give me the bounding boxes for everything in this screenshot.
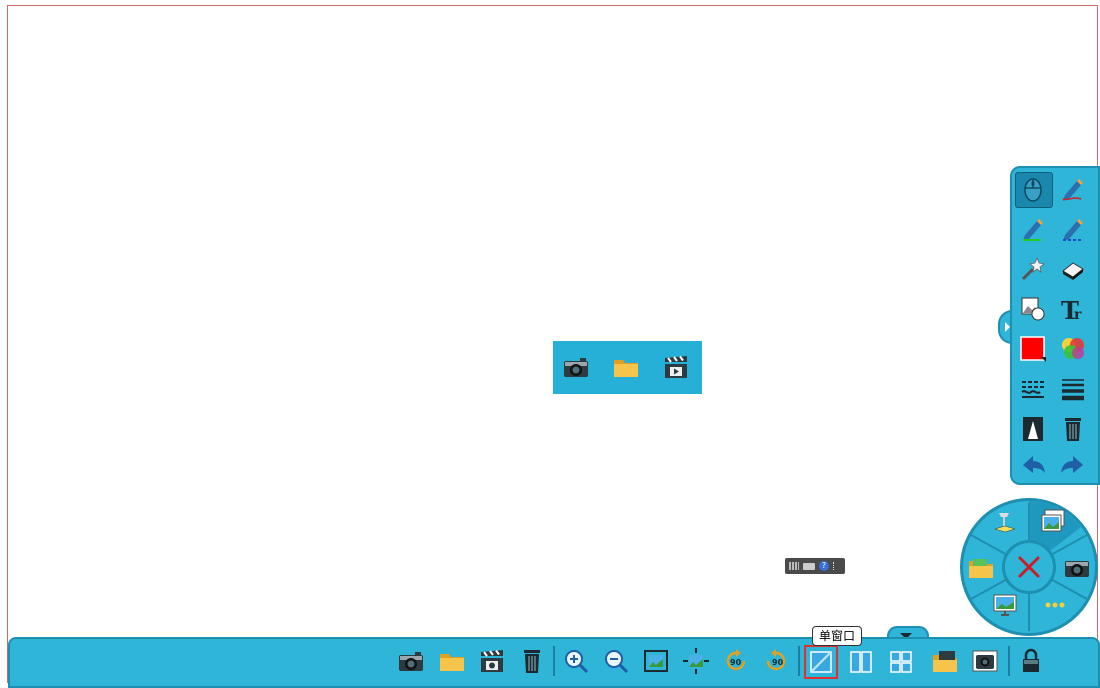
dual-window-icon[interactable]	[846, 647, 876, 677]
rotate-right-icon[interactable]: 90	[761, 646, 791, 676]
svg-text:90: 90	[772, 658, 784, 667]
help-icon[interactable]: ?	[819, 561, 829, 571]
undo-icon[interactable]	[1018, 450, 1048, 480]
eraser-icon[interactable]	[1058, 254, 1088, 284]
video-clapper-icon[interactable]	[477, 646, 507, 676]
fit-width-icon[interactable]	[681, 646, 711, 676]
media-folder-icon[interactable]	[930, 646, 960, 676]
image-gallery-icon[interactable]	[1038, 506, 1068, 536]
keyboard-icon[interactable]	[803, 562, 815, 570]
separator	[798, 646, 800, 676]
pen-icon[interactable]	[1058, 174, 1088, 204]
video-clapper-icon[interactable]	[661, 352, 691, 382]
camera-icon[interactable]	[561, 352, 591, 382]
text-icon[interactable]: Tr	[1058, 294, 1088, 324]
magic-wand-icon[interactable]	[1018, 254, 1048, 284]
dropdown-icon[interactable]	[833, 562, 838, 570]
media-source-bar	[553, 341, 702, 394]
mini-toolbar[interactable]: ?	[785, 558, 845, 574]
rotate-left-icon[interactable]: 90	[721, 646, 751, 676]
shape-icon[interactable]	[1018, 294, 1048, 324]
folder-icon[interactable]	[611, 352, 641, 382]
svg-text:90: 90	[730, 658, 742, 667]
trash-icon[interactable]	[517, 646, 547, 676]
svg-text:r: r	[1074, 307, 1082, 323]
camera-icon[interactable]	[396, 646, 426, 676]
folder-icon[interactable]	[437, 646, 467, 676]
single-window-icon[interactable]	[806, 647, 836, 677]
document-camera-icon[interactable]	[990, 506, 1020, 536]
separator	[1008, 646, 1010, 676]
laser-pen-icon[interactable]	[1058, 214, 1088, 244]
close-button[interactable]	[1002, 540, 1056, 594]
more-icon[interactable]	[1040, 590, 1070, 620]
capture-icon[interactable]	[970, 646, 1000, 676]
trash-icon[interactable]	[1058, 414, 1088, 444]
camera-icon[interactable]	[1062, 552, 1092, 582]
redo-icon[interactable]	[1058, 450, 1088, 480]
grid-icon[interactable]	[789, 562, 799, 570]
spotlight-icon[interactable]	[1018, 414, 1048, 444]
line-width-icon[interactable]	[1058, 374, 1088, 404]
display-icon[interactable]	[990, 590, 1020, 620]
folder-open-icon[interactable]	[966, 552, 996, 582]
zoom-out-icon[interactable]	[601, 646, 631, 676]
tooltip: 单窗口	[812, 626, 863, 646]
line-style-icon[interactable]	[1018, 374, 1048, 404]
separator	[553, 646, 555, 676]
close-icon	[1018, 556, 1040, 578]
quad-window-icon[interactable]	[886, 647, 916, 677]
highlighter-icon[interactable]	[1018, 214, 1048, 244]
fit-screen-icon[interactable]	[641, 646, 671, 676]
color-swatch-icon[interactable]	[1018, 334, 1048, 364]
lock-icon[interactable]	[1016, 646, 1046, 676]
zoom-in-icon[interactable]	[561, 646, 591, 676]
color-palette-icon[interactable]	[1058, 334, 1088, 364]
mouse-pointer-icon[interactable]	[1018, 174, 1048, 204]
